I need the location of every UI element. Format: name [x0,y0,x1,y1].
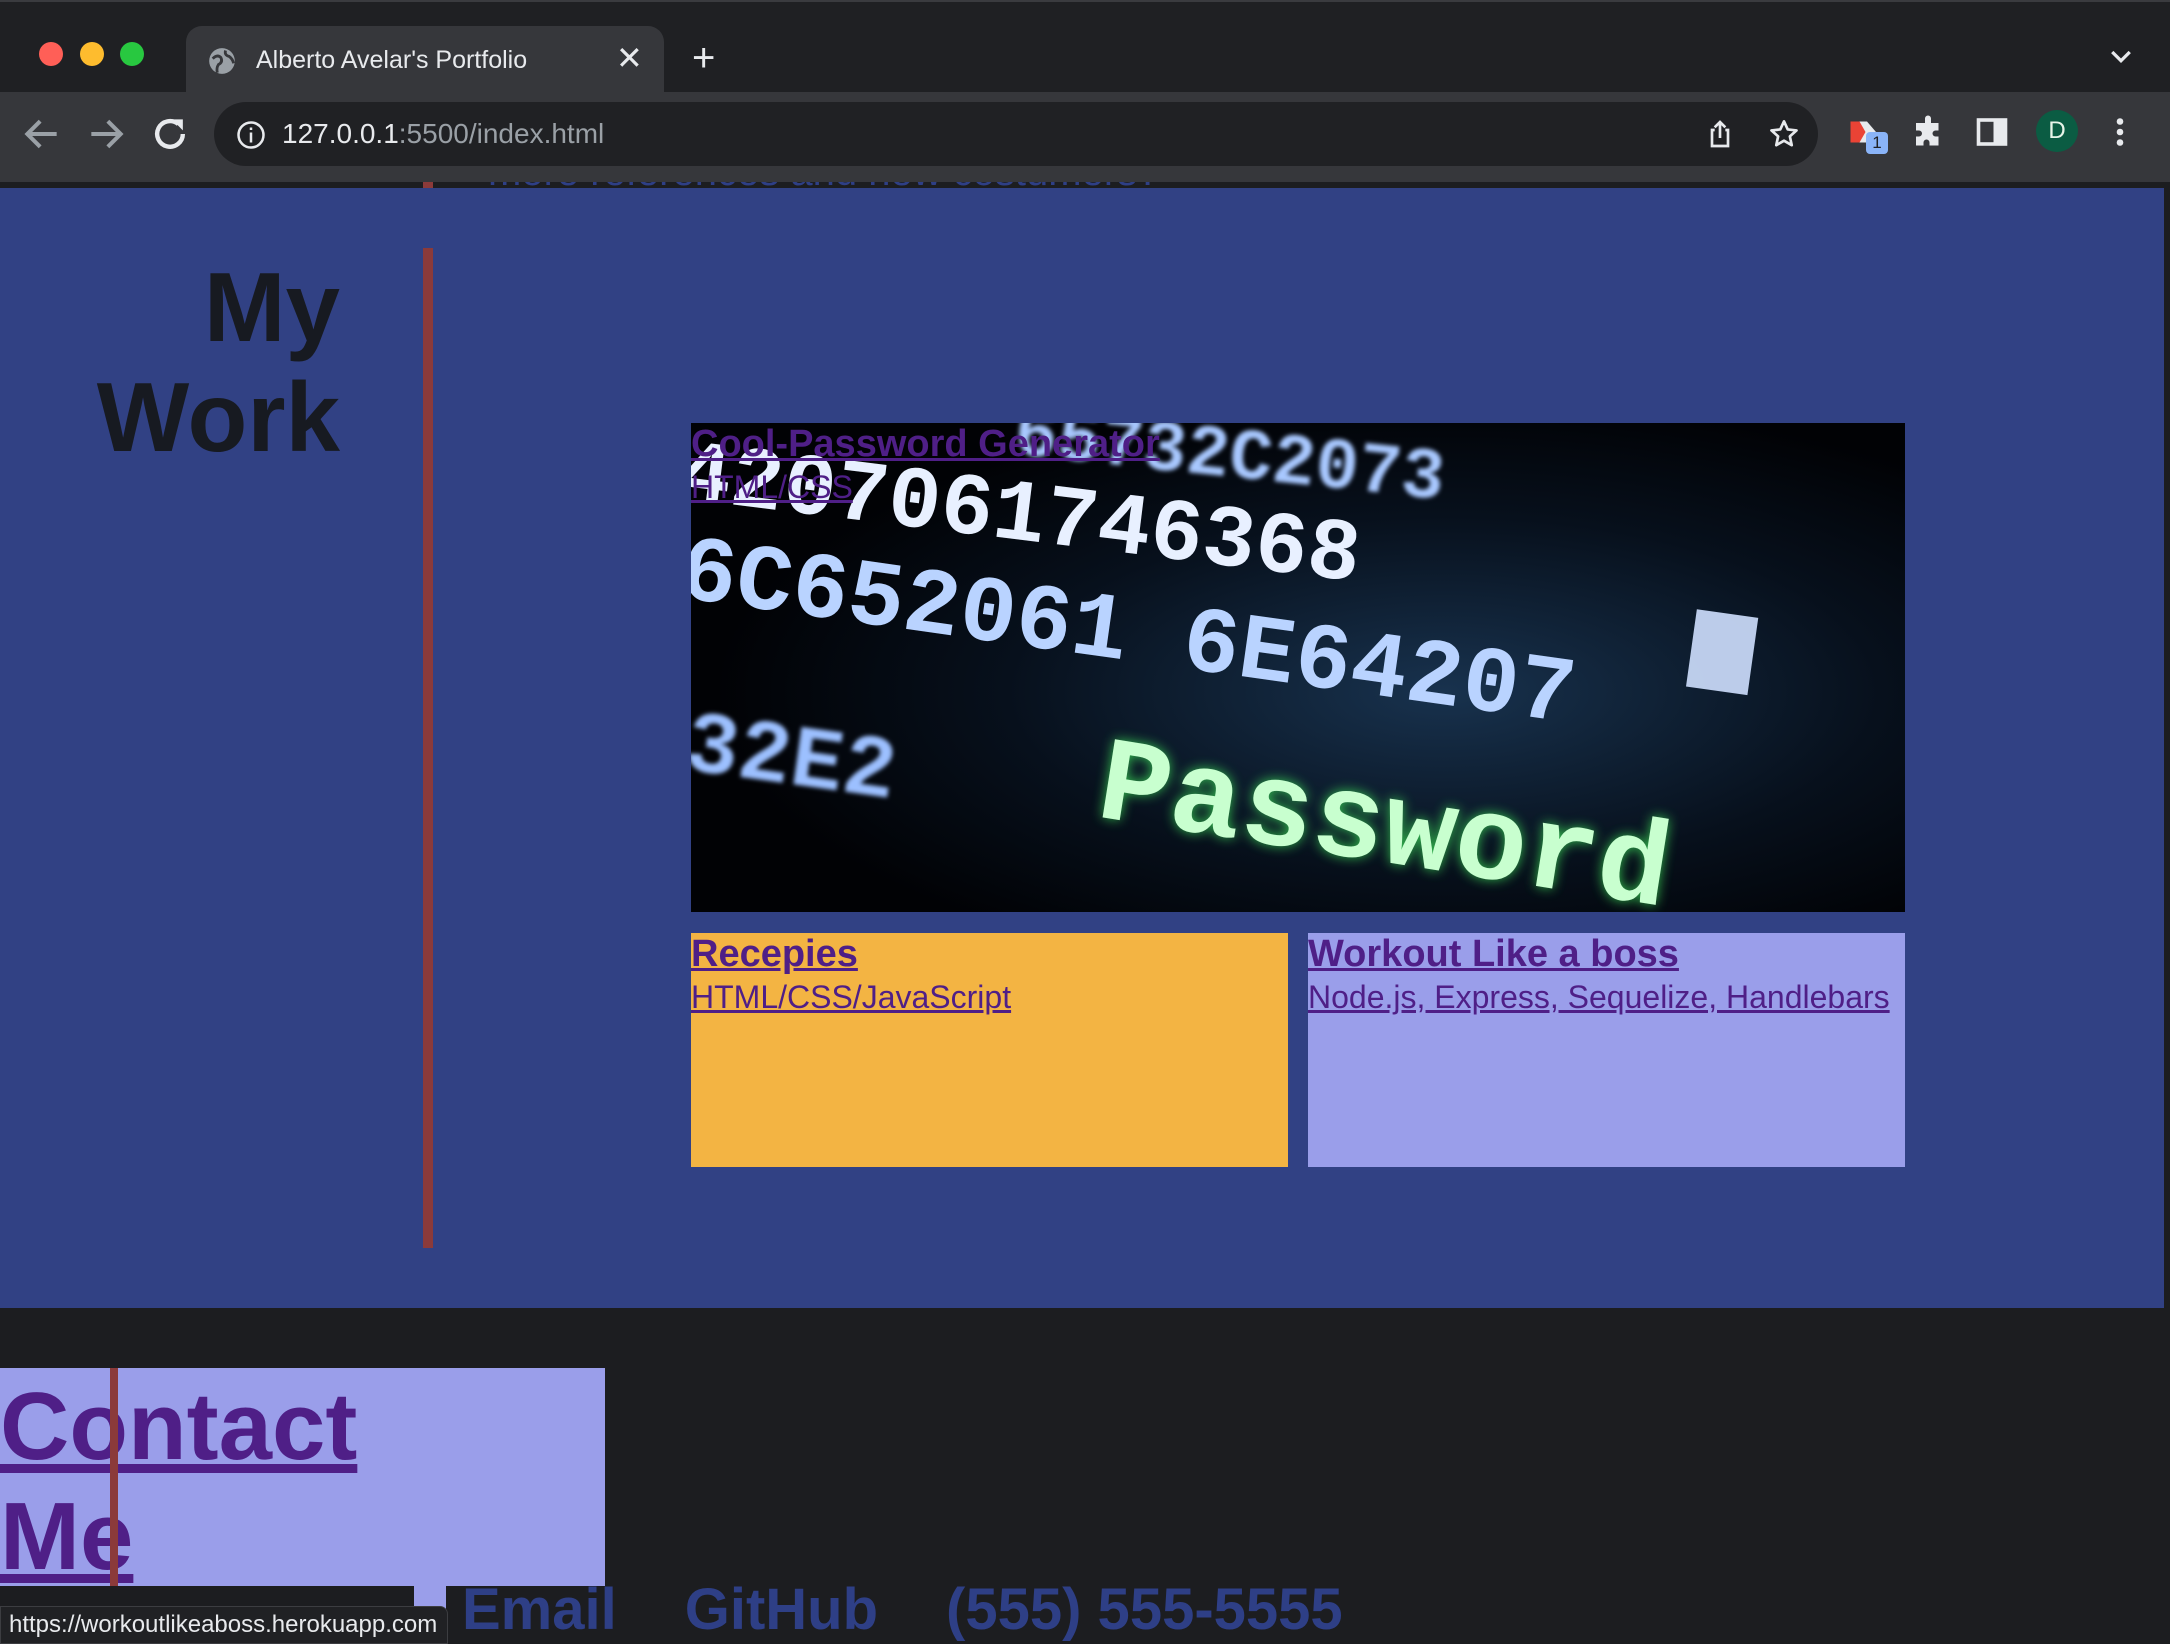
browser-tab[interactable]: Alberto Avelar's Portfolio ✕ [186,26,664,94]
close-icon[interactable]: ✕ [616,42,643,74]
contact-links: Email GitHub (555) 555-5555 [462,1576,1411,1643]
bookmark-star-icon[interactable] [1768,118,1800,150]
page-viewport: more references and new costumers? My Wo… [0,182,2170,1644]
new-tab-button[interactable]: + [692,38,715,78]
share-icon[interactable] [1704,118,1736,150]
project-tech-link[interactable]: Node.js, Express, Sequelize, Handlebars [1308,979,1890,1016]
project-tech-link[interactable]: HTML/CSS/JavaScript [691,979,1011,1016]
browser-tab-strip: Alberto Avelar's Portfolio ✕ + [0,0,2170,94]
project-title-link[interactable]: Recepies [691,933,858,976]
browser-toolbar: 127.0.0.1:5500/index.html 1 D [0,92,2170,182]
side-panel-icon[interactable] [1974,114,2010,150]
email-link[interactable]: Email [462,1577,617,1642]
project-tech-link[interactable]: HTML/CSS [691,469,853,506]
address-bar[interactable]: 127.0.0.1:5500/index.html [214,102,1818,166]
project-title-link[interactable]: Cool-Password Generator [691,423,1160,466]
project-card-recipes[interactable]: Recepies HTML/CSS/JavaScript [691,933,1288,1167]
extension-badge: 1 [1866,132,1888,154]
url-text[interactable]: 127.0.0.1:5500/index.html [282,118,604,150]
project-image-password: 65732C2073 4207061746368 6C652061 6E6420… [691,423,1905,912]
info-icon[interactable] [236,120,266,150]
project-title-link[interactable]: Workout Like a boss [1308,933,1679,976]
contact-box[interactable]: Contact Me [0,1368,605,1590]
contact-heading-link[interactable]: Contact Me [0,1372,420,1592]
github-link[interactable]: GitHub [685,1577,878,1642]
accent-bar [110,1368,118,1586]
close-window-button[interactable] [39,42,63,66]
reload-icon[interactable] [148,112,192,156]
back-arrow-icon[interactable] [20,112,64,156]
profile-avatar[interactable]: D [2036,110,2078,152]
more-menu-icon[interactable] [2102,114,2138,150]
chevron-down-icon[interactable] [2106,42,2136,72]
forward-arrow-icon[interactable] [84,112,128,156]
contact-section: Contact Me Email GitHub (555) 555-5555 [0,1308,2170,1644]
project-card-workout[interactable]: Workout Like a boss Node.js, Express, Se… [1308,933,1905,1167]
maximize-window-button[interactable] [120,42,144,66]
link-status-bubble: https://workoutlikeaboss.herokuapp.com [0,1606,449,1644]
phone-link[interactable]: (555) 555-5555 [946,1577,1343,1642]
puzzle-icon[interactable] [1910,114,1946,150]
accent-bar [423,248,433,1248]
work-heading: My Work [96,252,340,472]
project-card-password-generator[interactable]: 65732C2073 4207061746368 6C652061 6E6420… [691,423,1905,912]
minimize-window-button[interactable] [80,42,104,66]
globe-icon [209,48,236,74]
tab-title: Alberto Avelar's Portfolio [256,46,528,74]
